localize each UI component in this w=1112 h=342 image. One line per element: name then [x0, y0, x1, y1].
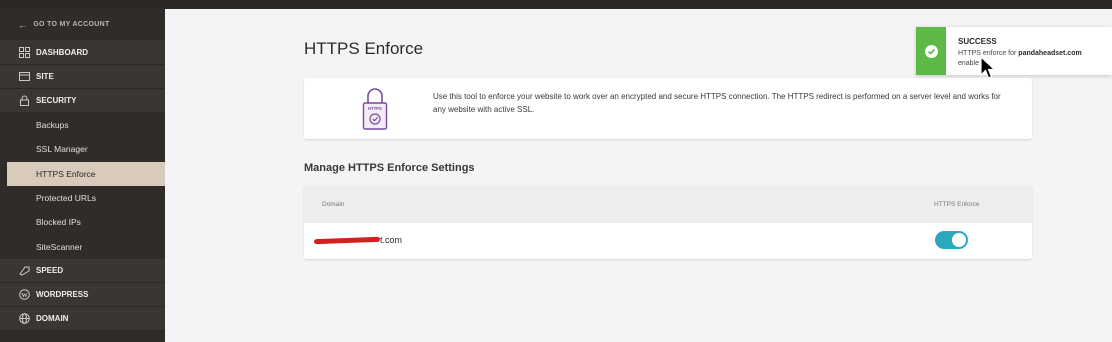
sidebar-item-domain[interactable]: DOMAIN: [0, 306, 165, 331]
redaction-mark: [313, 236, 381, 244]
sidebar-item-label: SITE: [36, 72, 54, 81]
sidebar-item-label: Backups: [36, 120, 69, 131]
sidebar-item-site[interactable]: SITE: [0, 65, 165, 89]
toast-status-bar: [916, 27, 946, 75]
sidebar-item-label: Blocked IPs: [36, 217, 81, 228]
sidebar-item-label: HTTPS Enforce: [36, 168, 96, 179]
https-enforce-toggle[interactable]: [935, 231, 968, 249]
speed-icon: [18, 264, 30, 276]
sidebar-item-label: SECURITY: [36, 96, 77, 105]
toast-title: SUCCESS: [958, 37, 997, 46]
https-badge-text: HTTPS: [368, 106, 382, 111]
domain-cell: t.com: [313, 235, 403, 245]
sidebar-item-label: Protected URLs: [36, 193, 96, 204]
sidebar-item-label: WORDPRESS: [36, 289, 89, 299]
sidebar-item-dashboard[interactable]: DASHBOARD: [0, 41, 165, 65]
sidebar-item-protected-urls[interactable]: Protected URLs: [0, 186, 165, 210]
toast-body: SUCCESS HTTPS enforce for pandaheadset.c…: [946, 27, 1098, 75]
column-header-domain: Domain: [322, 201, 345, 208]
table-header: Domain HTTPS Enforce: [304, 186, 1032, 223]
sidebar-item-sitescanner[interactable]: SiteScanner: [0, 234, 165, 258]
arrow-left-icon: ←: [18, 19, 28, 30]
sidebar-item-speed[interactable]: SPEED: [0, 258, 165, 283]
domain-suffix: t.com: [380, 235, 403, 245]
toast-message-suffix: enable: [958, 60, 980, 67]
sidebar-item-label: SSL Manager: [36, 144, 88, 155]
https-lock-icon: HTTPS: [362, 87, 388, 131]
info-description: Use this tool to enforce your website to…: [433, 92, 1001, 114]
sidebar-item-https-enforce[interactable]: HTTPS Enforce: [7, 161, 165, 186]
sidebar-item-label: DOMAIN: [36, 313, 69, 323]
sidebar-item-label: SiteScanner: [36, 241, 83, 252]
section-title: Manage HTTPS Enforce Settings: [304, 162, 475, 174]
wordpress-icon: W: [18, 288, 30, 300]
column-header-https-enforce: HTTPS Enforce: [934, 201, 980, 208]
sidebar-item-label: SPEED: [36, 265, 64, 275]
sidebar-item-ssl-manager[interactable]: SSL Manager: [0, 137, 165, 161]
table-row: t.com: [304, 223, 1032, 259]
globe-icon: [18, 312, 30, 324]
dashboard-icon: [18, 47, 30, 59]
sidebar-item-label: DASHBOARD: [36, 48, 88, 57]
sidebar-item-blocked-ips[interactable]: Blocked IPs: [0, 210, 165, 234]
go-to-account-label: GO TO MY ACCOUNT: [33, 21, 110, 28]
toast-message-domain: pandaheadset.com: [1018, 50, 1082, 57]
go-to-account-link[interactable]: ← GO TO MY ACCOUNT: [0, 9, 165, 41]
lock-icon: [18, 95, 30, 107]
top-bar: [0, 0, 1112, 9]
success-toast: SUCCESS HTTPS enforce for pandaheadset.c…: [916, 27, 1112, 75]
sidebar-item-wordpress[interactable]: W WORDPRESS: [0, 282, 165, 307]
toast-message: HTTPS enforce for pandaheadset.com enabl…: [958, 49, 1098, 69]
sidebar-item-backups[interactable]: Backups: [0, 113, 165, 137]
info-card: HTTPS Use this tool to enforce your webs…: [304, 78, 1032, 139]
toggle-knob: [952, 233, 966, 247]
sidebar: ← GO TO MY ACCOUNT DASHBOARD SITE SECURI…: [0, 9, 165, 342]
https-table: Domain HTTPS Enforce t.com: [304, 186, 1032, 259]
site-icon: [18, 71, 30, 83]
sidebar-item-security[interactable]: SECURITY: [0, 89, 165, 113]
check-icon: [924, 44, 938, 58]
mouse-cursor-icon: [980, 56, 996, 79]
svg-text:W: W: [21, 292, 28, 299]
page-title: HTTPS Enforce: [304, 39, 424, 58]
